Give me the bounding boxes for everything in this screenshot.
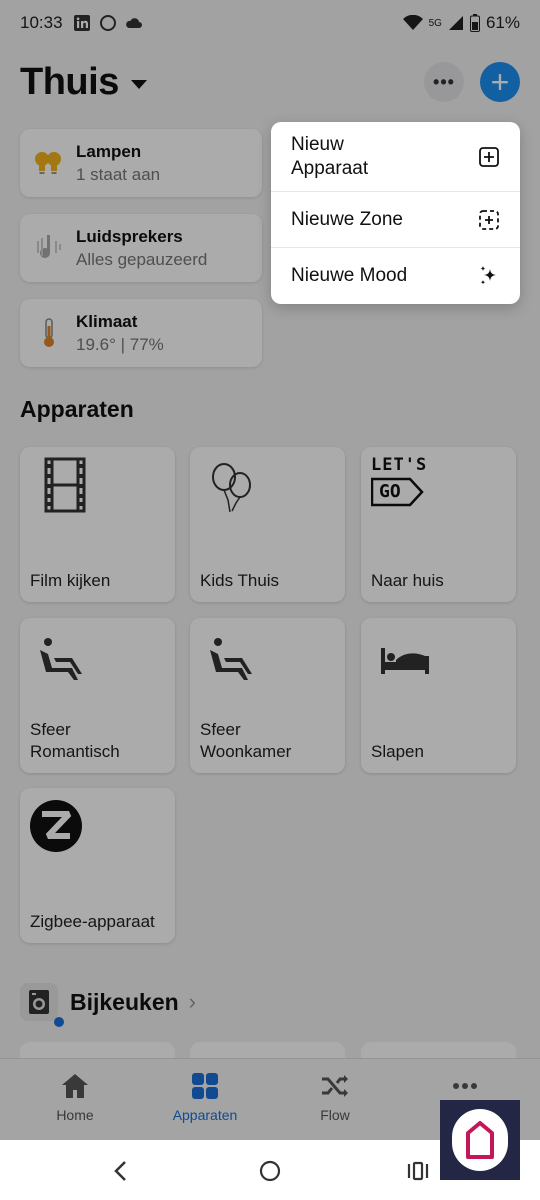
home-circle-icon[interactable] — [257, 1158, 283, 1184]
menu-item-label: Nieuw Apparaat — [291, 133, 369, 179]
add-menu: Nieuw Apparaat Nieuwe Zone Nieuwe Mood — [271, 122, 520, 304]
dashed-plus-square-icon — [479, 209, 499, 230]
menu-item-nieuw-apparaat[interactable]: Nieuw Apparaat — [271, 122, 520, 192]
menu-item-nieuwe-mood[interactable]: Nieuwe Mood — [271, 248, 520, 304]
app-badge[interactable] — [440, 1100, 520, 1180]
back-icon[interactable] — [108, 1158, 134, 1184]
menu-item-label: Nieuwe Mood — [291, 265, 408, 286]
recents-icon[interactable] — [405, 1158, 431, 1184]
homey-logo-icon — [452, 1109, 508, 1171]
menu-item-nieuwe-zone[interactable]: Nieuwe Zone — [271, 192, 520, 248]
plus-square-icon — [479, 146, 499, 167]
menu-item-label: Nieuwe Zone — [291, 208, 403, 230]
sparkle-icon — [480, 266, 496, 285]
